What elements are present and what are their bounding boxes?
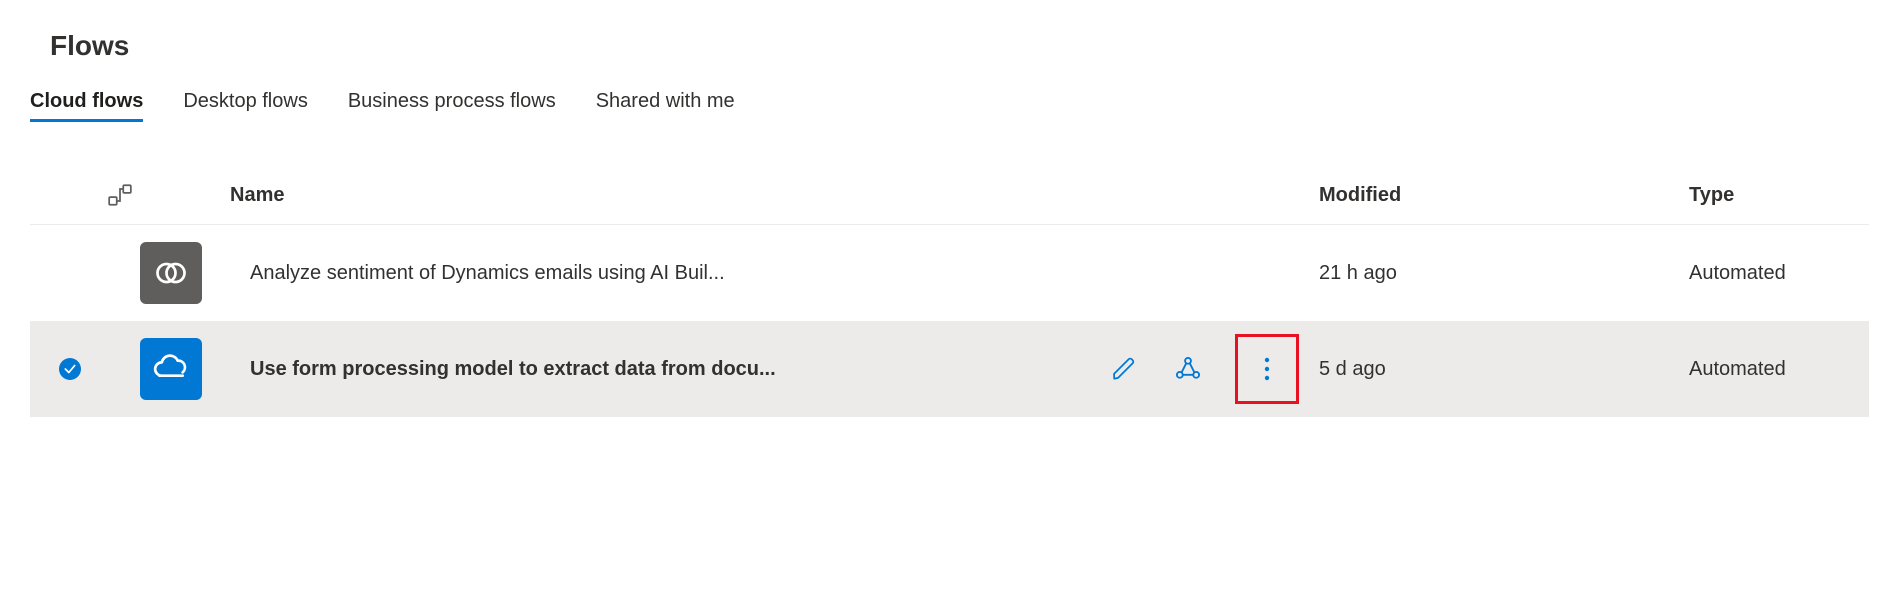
checkmark-icon[interactable] [59,358,81,380]
header-flow-icon [30,182,150,208]
tab-cloud-flows[interactable]: Cloud flows [30,90,143,122]
table-row[interactable]: Analyze sentiment of Dynamics emails usi… [30,225,1869,321]
table-header: Name Modified Type [30,182,1869,225]
column-type[interactable]: Type [1689,184,1869,207]
tab-shared-with-me[interactable]: Shared with me [596,90,735,122]
flow-modified: 5 d ago [1319,358,1689,381]
column-modified[interactable]: Modified [1319,184,1689,207]
flow-type: Automated [1689,358,1869,381]
share-icon[interactable] [1171,352,1205,386]
column-name[interactable]: Name [150,184,1319,207]
page-title: Flows [50,30,1869,62]
more-icon[interactable] [1250,352,1284,386]
more-actions-highlight [1235,334,1299,404]
edit-icon[interactable] [1107,352,1141,386]
flow-name[interactable]: Use form processing model to extract dat… [250,358,1077,381]
onedrive-icon [140,338,202,400]
flow-name[interactable]: Analyze sentiment of Dynamics emails usi… [250,262,1319,285]
dynamics-icon [140,242,202,304]
flow-type: Automated [1689,262,1869,285]
row-select-cell[interactable] [30,358,110,380]
tab-business-process-flows[interactable]: Business process flows [348,90,556,122]
table-row[interactable]: Use form processing model to extract dat… [30,321,1869,417]
tabs: Cloud flows Desktop flows Business proce… [30,90,1869,122]
flow-modified: 21 h ago [1319,262,1689,285]
flows-table: Name Modified Type Analyze sentiment of … [30,182,1869,417]
tab-desktop-flows[interactable]: Desktop flows [183,90,308,122]
